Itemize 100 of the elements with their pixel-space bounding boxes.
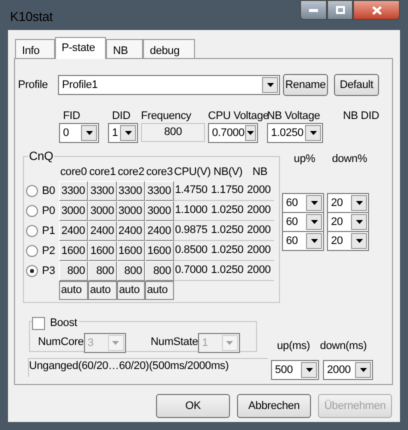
- up-percent-dropdown[interactable]: 60: [282, 231, 324, 251]
- dialog-button[interactable]: OK: [156, 394, 230, 418]
- window-title: K10stat: [10, 8, 53, 26]
- minimize-button[interactable]: [300, 0, 327, 20]
- radio-option[interactable]: B0: [26, 181, 59, 201]
- caret-icon: [306, 368, 312, 372]
- dropdown-button[interactable]: [301, 362, 317, 378]
- frequency-cell: 1600: [145, 241, 174, 261]
- caret-icon: [310, 201, 318, 205]
- tab[interactable]: P-state: [54, 37, 106, 59]
- field-label: DID: [111, 109, 132, 123]
- tab[interactable]: debug: [142, 39, 194, 58]
- dropdown-button[interactable]: [306, 233, 322, 249]
- radio-option[interactable]: P2: [26, 241, 59, 261]
- caret-icon: [310, 131, 316, 135]
- auto-cell: auto: [59, 281, 88, 300]
- minimize-icon: [309, 8, 318, 12]
- frequency-cell: 3000: [59, 201, 88, 221]
- dropdown-button[interactable]: [351, 195, 367, 211]
- caret-icon: [310, 239, 318, 243]
- frequency-cell: 1600: [88, 241, 117, 261]
- up-percent-dropdown[interactable]: 60: [282, 212, 324, 232]
- caret-icon: [226, 340, 234, 344]
- checkbox[interactable]: [32, 316, 45, 330]
- dropdown-button[interactable]: [262, 77, 278, 93]
- value-dropdown[interactable]: 0: [59, 123, 99, 143]
- frequency-cell: 3000: [145, 201, 174, 221]
- value-dropdown[interactable]: 0.7000: [208, 123, 258, 143]
- cnq-title: CnQ: [28, 148, 54, 165]
- profile-dropdown[interactable]: Profile1: [58, 75, 280, 95]
- caret-icon: [266, 83, 274, 87]
- state-label: P1: [42, 224, 56, 239]
- caret-icon: [356, 201, 362, 205]
- up-ms-dropdown[interactable]: 500: [271, 360, 319, 380]
- state-label: P3: [42, 264, 56, 279]
- value-cell: 1.1750: [210, 181, 246, 201]
- down-ms-dropdown[interactable]: 2000: [323, 360, 373, 380]
- field-label: FID: [62, 109, 82, 123]
- column-header: core1: [88, 165, 117, 180]
- dropdown-button[interactable]: [351, 214, 367, 230]
- field-label: NumState: [150, 335, 198, 350]
- radio-button[interactable]: [26, 225, 38, 237]
- frequency-cell: 3300: [88, 181, 117, 201]
- value-cell: 1.1000: [174, 201, 210, 221]
- profile-button[interactable]: Default: [334, 74, 379, 96]
- profile-button[interactable]: Rename: [283, 74, 328, 96]
- maximize-button[interactable]: [327, 0, 353, 20]
- dropdown-button[interactable]: [306, 195, 322, 211]
- profile-label: Profile: [18, 78, 49, 93]
- radio-option[interactable]: P3: [26, 261, 59, 281]
- down-percent-dropdown[interactable]: 20: [327, 231, 369, 251]
- caret-icon: [360, 368, 366, 372]
- down-percent-dropdown[interactable]: 20: [327, 193, 369, 213]
- radio-button[interactable]: [26, 185, 38, 197]
- up-percent-dropdown[interactable]: 60: [282, 193, 324, 213]
- value-cell: 1.0250: [210, 261, 246, 281]
- auto-cell: auto: [88, 281, 117, 300]
- field-label: NumCore: [38, 335, 84, 350]
- value-cell: 1.4750: [174, 181, 210, 201]
- value-cell: 1.0250: [210, 201, 246, 221]
- column-header: up%: [292, 152, 316, 167]
- frequency-cell: 3300: [59, 181, 88, 201]
- field-label: Frequency: [141, 109, 192, 123]
- column-header: core0: [59, 165, 88, 180]
- caret-icon: [112, 340, 120, 344]
- column-header: up(ms): [277, 338, 310, 354]
- frequency-cell: 800: [59, 261, 88, 281]
- radio-button[interactable]: [26, 265, 38, 277]
- radio-button[interactable]: [26, 245, 38, 257]
- dropdown-button[interactable]: [351, 233, 367, 249]
- radio-option[interactable]: P1: [26, 221, 59, 241]
- dropdown-button[interactable]: [245, 125, 256, 141]
- caret-icon: [124, 131, 132, 135]
- dropdown-button[interactable]: [81, 125, 97, 141]
- boost-checkbox[interactable]: Boost: [32, 315, 80, 332]
- radio-option[interactable]: P0: [26, 201, 59, 221]
- status-text: Unganged(60/20…60/20)(500ms/2000ms): [28, 358, 268, 376]
- tab[interactable]: NB: [106, 39, 143, 58]
- frequency-cell: 800: [117, 261, 145, 281]
- frequency-cell: 800: [88, 261, 117, 281]
- column-header: core3: [145, 165, 174, 180]
- dropdown-button[interactable]: [355, 362, 371, 378]
- value-dropdown[interactable]: 1: [108, 123, 138, 143]
- frequency-cell: 2400: [59, 221, 88, 241]
- value-dropdown[interactable]: 1.0250: [267, 123, 323, 143]
- state-label: P0: [42, 204, 56, 219]
- column-header: down(ms): [320, 338, 367, 354]
- close-button[interactable]: [353, 0, 400, 20]
- close-icon: [372, 6, 382, 14]
- dropdown-button[interactable]: [305, 125, 321, 141]
- value-cell: 0.8500: [174, 241, 210, 261]
- frequency-cell: 800: [145, 261, 174, 281]
- frequency-cell: 1600: [59, 241, 88, 261]
- dropdown-button[interactable]: [120, 125, 136, 141]
- radio-button[interactable]: [26, 205, 38, 217]
- tab[interactable]: Info: [15, 39, 55, 58]
- dialog-button[interactable]: Abbrechen: [237, 394, 311, 418]
- down-percent-dropdown[interactable]: 20: [327, 212, 369, 232]
- dropdown-button[interactable]: [306, 214, 322, 230]
- value-cell: 2000: [246, 241, 274, 261]
